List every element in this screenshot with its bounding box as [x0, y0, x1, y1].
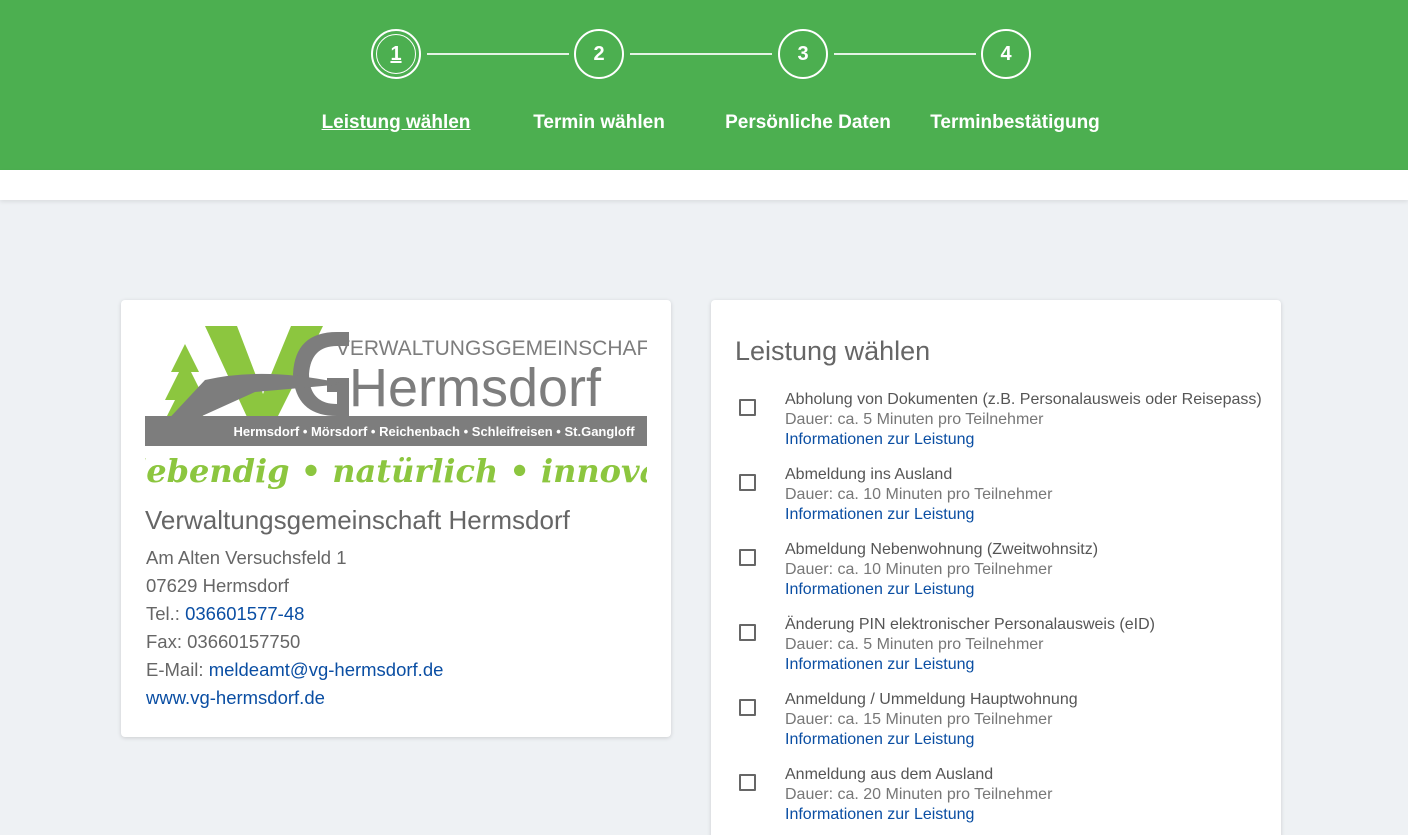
sub-header-bar — [0, 170, 1408, 200]
service-duration: Dauer: ca. 5 Minuten pro Teilnehmer — [785, 411, 1044, 428]
office-card: VERWALTUNGSGEMEINSCHAFT Hermsdorf Hermsd… — [121, 300, 671, 737]
service-name: Abmeldung Nebenwohnung (Zweitwohnsitz) — [785, 541, 1099, 558]
step-connector — [834, 53, 976, 55]
service-duration: Dauer: ca. 15 Minuten pro Teilnehmer — [785, 711, 1053, 728]
logo-heading: VERWALTUNGSGEMEINSCHAFT — [336, 337, 647, 360]
service-checkbox[interactable] — [739, 474, 756, 491]
step-4-circle[interactable]: 4 — [981, 29, 1031, 79]
service-name: Anmeldung aus dem Ausland — [785, 766, 994, 783]
phone-link[interactable]: 036601577-48 — [185, 603, 304, 624]
step-2-label[interactable]: Termin wählen — [489, 112, 709, 134]
office-city: 07629 Hermsdorf — [146, 575, 289, 596]
service-checkbox[interactable] — [739, 549, 756, 566]
step-3-label[interactable]: Persönliche Daten — [698, 112, 918, 134]
email-link[interactable]: meldeamt@vg-hermsdorf.de — [209, 659, 444, 680]
step-2-number: 2 — [593, 42, 605, 65]
logo-name: Hermsdorf — [349, 358, 602, 418]
service-info-link[interactable]: Informationen zur Leistung — [785, 431, 974, 449]
office-email: E-Mail: meldeamt@vg-hermsdorf.de — [146, 659, 443, 681]
step-3-number: 3 — [797, 42, 809, 65]
service-info-link[interactable]: Informationen zur Leistung — [785, 506, 974, 524]
service-name: Abholung von Dokumenten (z.B. Personalau… — [785, 391, 1262, 408]
vg-hermsdorf-logo: VERWALTUNGSGEMEINSCHAFT Hermsdorf Hermsd… — [145, 326, 647, 490]
office-name: Verwaltungsgemeinschaft Hermsdorf — [145, 505, 570, 535]
step-1-circle[interactable]: 1 — [371, 29, 421, 79]
service-info-link[interactable]: Informationen zur Leistung — [785, 806, 974, 824]
step-2-circle[interactable]: 2 — [574, 29, 624, 79]
service-duration: Dauer: ca. 10 Minuten pro Teilnehmer — [785, 486, 1053, 503]
step-3-circle[interactable]: 3 — [778, 29, 828, 79]
service-name: Anmeldung / Ummeldung Hauptwohnung — [785, 691, 1078, 708]
website-link[interactable]: www.vg-hermsdorf.de — [146, 687, 325, 708]
service-duration: Dauer: ca. 10 Minuten pro Teilnehmer — [785, 561, 1053, 578]
phone-label: Tel.: — [146, 603, 186, 624]
service-checkbox[interactable] — [739, 399, 756, 416]
service-checkbox[interactable] — [739, 624, 756, 641]
service-info-link[interactable]: Informationen zur Leistung — [785, 731, 974, 749]
office-fax: Fax: 03660157750 — [146, 631, 301, 652]
logo-towns: Hermsdorf • Mörsdorf • Reichenbach • Sch… — [233, 424, 635, 439]
service-name: Änderung PIN elektronischer Personalausw… — [785, 616, 1155, 633]
logo-slogan: lebendig • natürlich • innovativ — [145, 452, 647, 490]
service-duration: Dauer: ca. 20 Minuten pro Teilnehmer — [785, 786, 1053, 803]
office-website-row: www.vg-hermsdorf.de — [146, 687, 325, 709]
service-duration: Dauer: ca. 5 Minuten pro Teilnehmer — [785, 636, 1044, 653]
step-4-number: 4 — [1000, 42, 1012, 65]
service-info-link[interactable]: Informationen zur Leistung — [785, 656, 974, 674]
services-title: Leistung wählen — [735, 336, 931, 366]
step-1-number: 1 — [390, 42, 402, 65]
service-name: Abmeldung ins Ausland — [785, 466, 953, 483]
email-label: E-Mail: — [146, 659, 209, 680]
service-info-link[interactable]: Informationen zur Leistung — [785, 581, 974, 599]
step-connector — [427, 53, 569, 55]
service-checkbox[interactable] — [739, 699, 756, 716]
office-street: Am Alten Versuchsfeld 1 — [146, 547, 347, 568]
header-bar: 1 2 3 4 Leistung wählen Termin wählen Pe… — [0, 0, 1408, 170]
office-phone: Tel.: 036601577-48 — [146, 603, 304, 625]
service-checkbox[interactable] — [739, 774, 756, 791]
step-4-label[interactable]: Terminbestätigung — [905, 112, 1125, 134]
step-connector — [630, 53, 772, 55]
services-card: Leistung wählen Abholung von Dokumenten … — [711, 300, 1281, 835]
step-1-label[interactable]: Leistung wählen — [286, 112, 506, 134]
